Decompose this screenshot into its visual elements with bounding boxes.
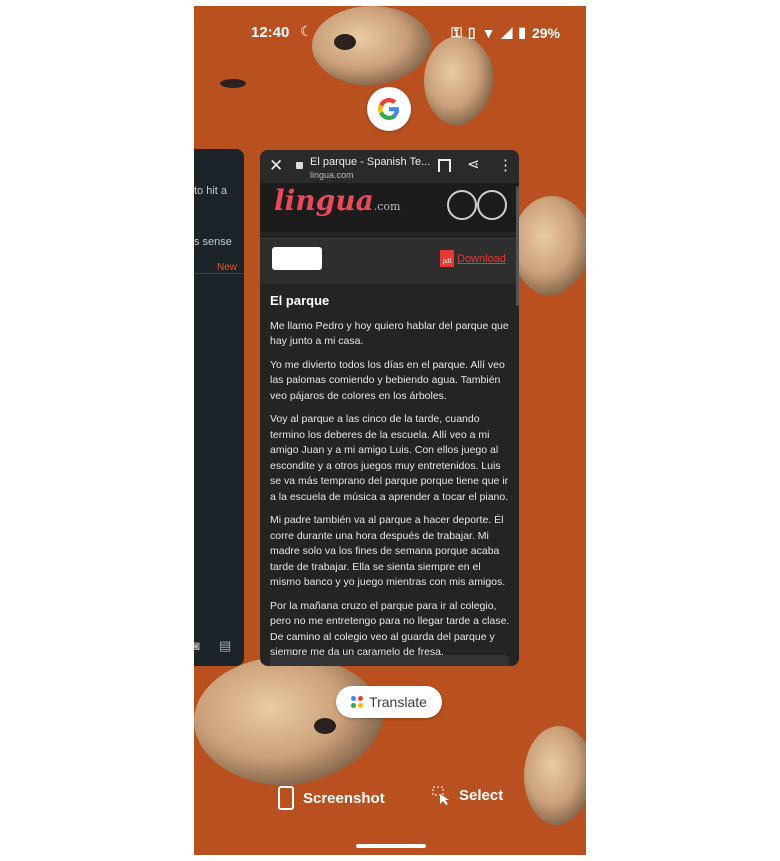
left-card-text: to hit a xyxy=(194,185,228,197)
lens-icon xyxy=(351,696,364,708)
pdf-label: pdf xyxy=(442,259,452,265)
screenshot-icon xyxy=(278,786,294,810)
translate-button[interactable]: Translate xyxy=(336,686,442,718)
article-paragraph: Yo me divierto todos los días en el parq… xyxy=(270,358,505,402)
logo-text: lingua xyxy=(274,184,374,217)
article-paragraph: Mi padre también va al parque a hacer de… xyxy=(270,514,506,588)
pdf-icon: pdf xyxy=(440,250,454,267)
bookmark-icon[interactable] xyxy=(438,159,451,172)
moon-icon: ☾ xyxy=(300,23,313,39)
close-icon[interactable]: ✕ xyxy=(269,156,283,176)
page-title: El parque - Spanish Te... xyxy=(310,156,431,168)
page-url: lingua.com xyxy=(310,170,354,180)
status-time: 12:40 xyxy=(251,24,290,41)
share-icon[interactable]: ⋖ xyxy=(467,155,480,173)
camera-icon: ◙ xyxy=(194,638,200,653)
wallpaper-pug-face xyxy=(314,718,336,734)
wallpaper-pug xyxy=(194,656,384,786)
screenshot-button[interactable]: Screenshot xyxy=(278,786,385,810)
divider xyxy=(194,273,244,274)
article-content: El parque Me llamo Pedro y hoy quiero ha… xyxy=(270,293,510,666)
menu-circle-icon[interactable] xyxy=(477,190,507,220)
vibrate-icon: ▯ xyxy=(467,24,476,40)
select-icon xyxy=(432,786,450,805)
new-badge: New xyxy=(217,262,238,273)
audio-player-box[interactable] xyxy=(272,247,322,270)
wallpaper-pug xyxy=(512,196,586,296)
lock-icon xyxy=(296,162,303,169)
article-heading: El parque xyxy=(270,293,330,308)
article-paragraph: Voy al parque a las cinco de la tarde, c… xyxy=(270,413,509,503)
translate-label: Translate xyxy=(369,694,427,710)
signal-icon: ◢ xyxy=(501,24,513,40)
logo-suffix: .com xyxy=(373,200,401,213)
scrollbar[interactable] xyxy=(516,186,519,306)
google-logo-icon[interactable] xyxy=(367,87,411,131)
battery-percent: 29% xyxy=(531,24,560,41)
custom-tab-toolbar: ✕ El parque - Spanish Te... lingua.com ⋖… xyxy=(260,150,519,183)
recents-screen: 12:40 ☾ ⚿ ▯ ▼ ◢ ▮ 29% to hit a s sense N… xyxy=(194,6,586,855)
wallpaper-pug xyxy=(524,726,586,826)
wifi-icon: ▼ xyxy=(481,24,496,41)
clipboard-icon: ▤ xyxy=(219,638,232,653)
key-icon: ⚿ xyxy=(451,24,462,40)
download-link[interactable]: Download xyxy=(457,253,506,265)
bottom-sheet xyxy=(270,655,509,666)
recent-app-card-left[interactable]: to hit a s sense New ◙ ▤ xyxy=(194,149,244,666)
article-paragraph: Por la mañana cruzo el parque para ir al… xyxy=(270,599,510,659)
more-vert-icon[interactable]: ⋮ xyxy=(498,156,513,174)
status-icons: ⚿ ▯ ▼ ◢ ▮ 29% xyxy=(451,24,560,41)
article-paragraph: Me llamo Pedro y hoy quiero hablar del p… xyxy=(270,319,509,348)
wallpaper-dot xyxy=(220,79,246,88)
screenshot-label: Screenshot xyxy=(303,789,385,807)
recent-app-card-browser[interactable]: ✕ El parque - Spanish Te... lingua.com ⋖… xyxy=(260,150,519,666)
left-card-text: s sense xyxy=(194,236,232,248)
gesture-nav-handle[interactable] xyxy=(356,844,426,848)
site-logo[interactable]: lingua.com xyxy=(274,184,400,217)
menu-circle-icon[interactable] xyxy=(447,190,477,220)
status-bar: 12:40 ☾ ⚿ ▯ ▼ ◢ ▮ 29% xyxy=(194,6,586,58)
battery-icon: ▮ xyxy=(518,24,526,40)
select-label: Select xyxy=(459,786,504,804)
select-button[interactable]: Select xyxy=(432,786,504,805)
